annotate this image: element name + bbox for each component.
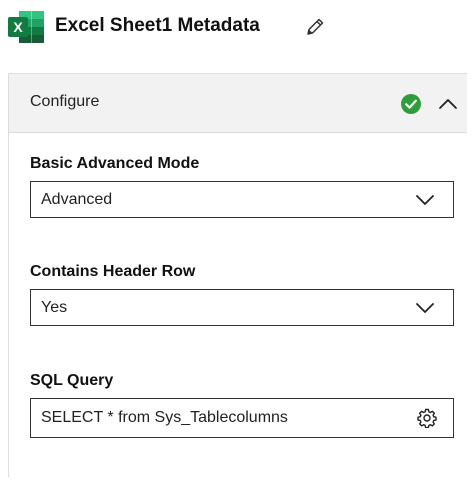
configure-panel: Configure Basic Advanced Mode Advanced C… <box>8 73 469 477</box>
page-header: X Excel Sheet1 Metadata <box>0 0 474 56</box>
configure-section-header[interactable]: Configure <box>9 73 467 133</box>
header-row-select[interactable]: Yes <box>30 289 454 326</box>
gear-icon[interactable] <box>417 408 437 428</box>
excel-icon-letter: X <box>13 19 23 35</box>
sql-query-input[interactable]: SELECT * from Sys_Tablecolumns <box>30 398 454 438</box>
pencil-icon[interactable] <box>304 16 326 38</box>
chevron-up-icon[interactable] <box>437 94 459 114</box>
header-row-value: Yes <box>41 299 68 316</box>
excel-icon: X <box>8 11 44 43</box>
sql-query-label: SQL Query <box>30 372 114 389</box>
sql-query-value: SELECT * from Sys_Tablecolumns <box>41 409 288 426</box>
mode-select[interactable]: Advanced <box>30 181 454 218</box>
header-row-label: Contains Header Row <box>30 263 196 280</box>
chevron-down-icon <box>416 195 434 205</box>
configure-label: Configure <box>30 93 100 110</box>
mode-label: Basic Advanced Mode <box>30 155 200 172</box>
check-circle-icon <box>401 94 421 114</box>
page-title: Excel Sheet1 Metadata <box>55 15 260 36</box>
chevron-down-icon <box>416 303 434 313</box>
mode-value: Advanced <box>41 191 113 208</box>
